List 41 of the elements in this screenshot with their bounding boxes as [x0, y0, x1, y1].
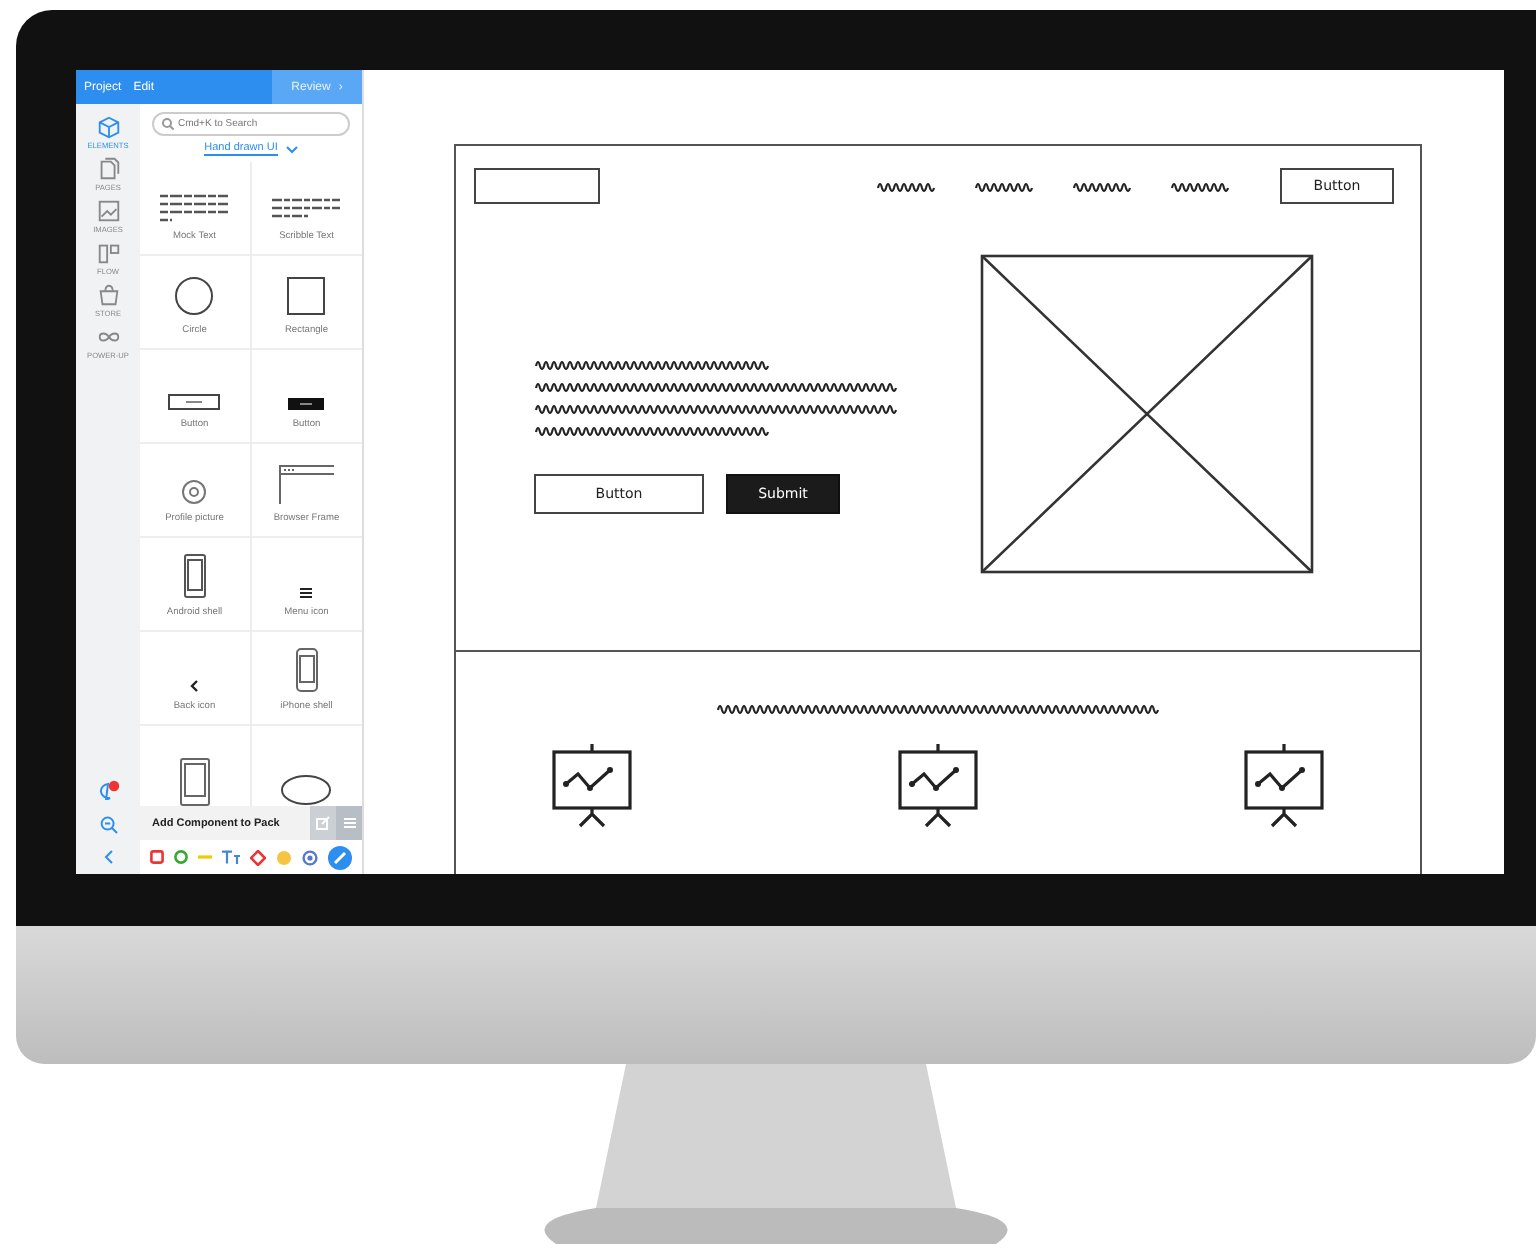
columns-icon	[95, 240, 121, 266]
mock-text-preview	[160, 194, 229, 222]
search-icon	[162, 118, 174, 130]
tablet-outline-drawing	[179, 758, 210, 806]
phone-outline-drawing	[295, 648, 318, 692]
list-button[interactable]	[336, 806, 362, 840]
chevron-down-icon	[285, 145, 298, 153]
profile-picture-icon	[182, 480, 207, 504]
circle-tool-icon[interactable]	[173, 850, 188, 864]
outline-button-preview	[168, 394, 221, 410]
presentation-chart-icon	[546, 744, 638, 828]
nav-scribble	[974, 179, 1034, 193]
browser-frame-preview	[278, 464, 335, 504]
text-tool-icon[interactable]	[221, 850, 240, 864]
cube-icon	[95, 114, 121, 140]
scribble-text-preview	[272, 198, 341, 222]
menu-icon	[300, 588, 313, 598]
target-tool-icon[interactable]	[302, 849, 319, 865]
dark-button-preview	[288, 398, 325, 410]
list-icon	[343, 818, 355, 828]
edit-icon	[316, 816, 330, 830]
phone-outline-drawing	[183, 554, 206, 598]
chevron-left-icon	[190, 680, 199, 692]
presentation-chart-icon	[892, 744, 984, 828]
image-icon	[95, 198, 121, 224]
presentation-chart-icon	[1238, 744, 1330, 828]
rectangle-shape	[286, 276, 327, 316]
zoom-icon[interactable]	[99, 816, 117, 834]
logo-placeholder	[474, 168, 600, 204]
nav-scribble	[876, 179, 936, 193]
nav-scribble	[1170, 179, 1230, 193]
pages-icon	[95, 156, 121, 182]
collapse-chevron-icon[interactable]	[103, 850, 113, 864]
bag-icon	[95, 282, 121, 308]
square-tool-icon[interactable]	[149, 850, 164, 864]
circle-shape	[174, 276, 215, 316]
ellipse-shape	[280, 774, 333, 806]
nav-scribble	[1072, 179, 1132, 193]
brush-tool-icon[interactable]	[328, 845, 353, 869]
chat-icon[interactable]	[97, 780, 119, 800]
diamond-tool-icon[interactable]	[250, 849, 267, 865]
